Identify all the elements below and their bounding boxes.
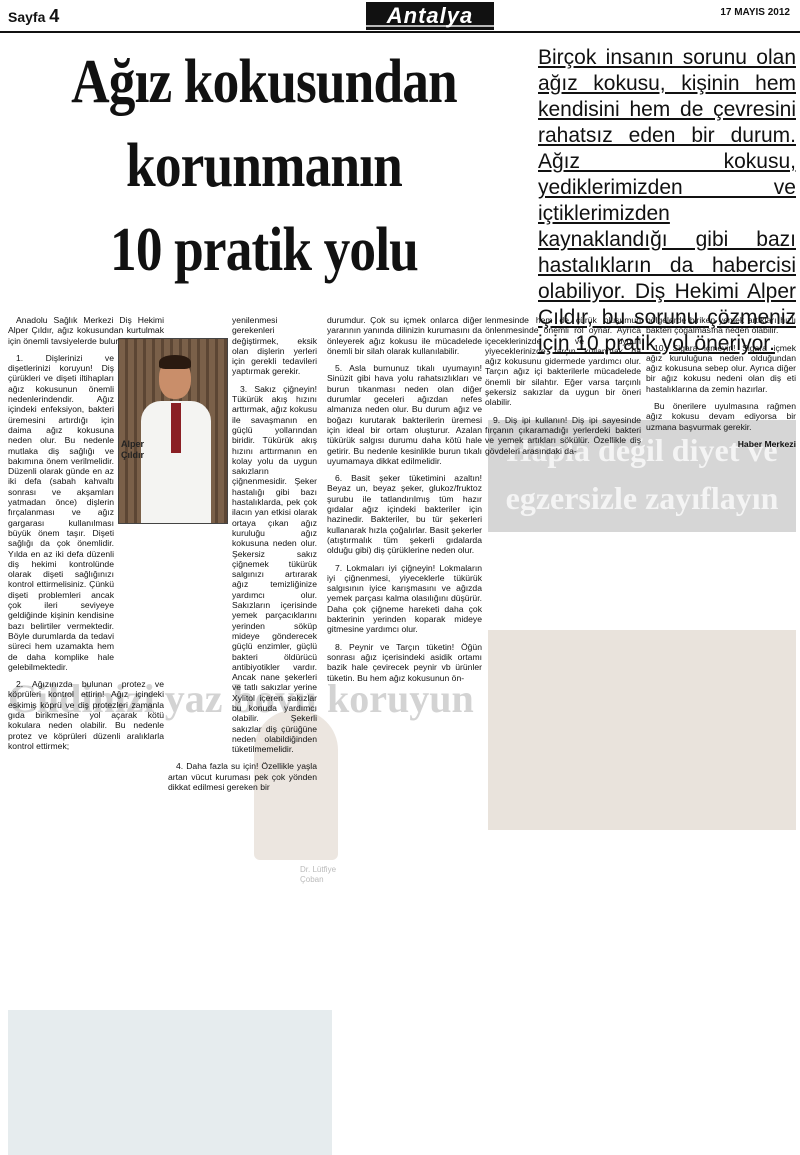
article-paragraph: 2. Ağızınızda bulunan protez ve köprüler… [8, 679, 164, 751]
photo-tie [171, 403, 181, 453]
faded-doctor-caption: Dr. Lütfiye Çoban [300, 865, 336, 885]
page-header: Sayfa 4 Antalya 17 MAYIS 2012 [0, 0, 800, 30]
article-paragraph: 8. Peynir ve Tarçın tüketin! Öğün sonras… [327, 641, 482, 683]
article-paragraph: 1. Dişlerinizi ve dişetlerinizi koruyun!… [8, 352, 114, 672]
headline-line-1: Ağız kokusundan [71, 48, 458, 116]
headline: Ağız kokusundan korunmanın 10 pratik yol… [44, 40, 484, 292]
article-paragraph: Bu önerilere uyulmasına rağmen ağız koku… [646, 401, 796, 432]
article-paragraph: 7. Lokmaları iyi çiğneyin! Lokmaların iy… [327, 562, 482, 635]
photo-caption-last-name: Çıldır [121, 450, 145, 460]
article-paragraph: bölgelerde biriken yemek artıkları hızlı… [646, 315, 796, 336]
faded-text-block [8, 732, 158, 1002]
faded-doctor-surname: Çoban [300, 875, 324, 884]
article-paragraph: 6. Basit şeker tüketimini azaltın! Beyaz… [327, 473, 482, 556]
page-number-value: 4 [49, 6, 60, 26]
faded-text-block [650, 832, 796, 1150]
article-paragraph: lenmesinde hem de çürük oluşumun önlenme… [485, 315, 641, 408]
article-column-3: durumdur. Çok su içmek onlarca diğer yar… [327, 315, 482, 690]
photo-hair [159, 355, 191, 369]
article-byline: Haber Merkezi [737, 438, 796, 449]
faded-photo-pool [8, 1010, 332, 1155]
doctor-photo: Alper Çıldır [118, 338, 228, 524]
headline-line-3: 10 pratik yolu [110, 216, 419, 284]
section-flag: Antalya [366, 2, 494, 30]
issue-date: 17 MAYIS 2012 [720, 7, 790, 18]
article-paragraph: durumdur. Çok su içmek onlarca diğer yar… [327, 315, 482, 356]
article-paragraph: 10. Sigara içmeyin! Sigara içmek ağız ku… [646, 342, 796, 394]
article-intro: Birçok insanın sorunu olan ağız kokusu, … [538, 46, 796, 355]
article-column-4: lenmesinde hem de çürük oluşumun önlenme… [485, 315, 641, 463]
page-number: Sayfa 4 [8, 6, 59, 27]
article-paragraph: 9. Diş ipi kullanın! Diş ipi sayesinde f… [485, 414, 641, 456]
page-label: Sayfa [8, 9, 46, 25]
photo-caption: Alper Çıldır [121, 439, 144, 461]
photo-caption-first-name: Alper [121, 439, 145, 449]
article-paragraph: 5. Asla burnunuz tıkalı uyumayın! Sinüzi… [327, 363, 482, 466]
faded-doctor-name: Dr. Lütfiye [300, 865, 337, 874]
headline-line-2: korunmanın [126, 132, 403, 200]
faded-text-block [340, 716, 482, 1146]
article-paragraph: 4. Daha fazla su için! Özellikle yaşla a… [168, 761, 317, 793]
header-rule [0, 31, 800, 33]
article-column-5: bölgelerde biriken yemek artıkları hızlı… [646, 315, 796, 449]
faded-text-block [488, 832, 648, 1150]
